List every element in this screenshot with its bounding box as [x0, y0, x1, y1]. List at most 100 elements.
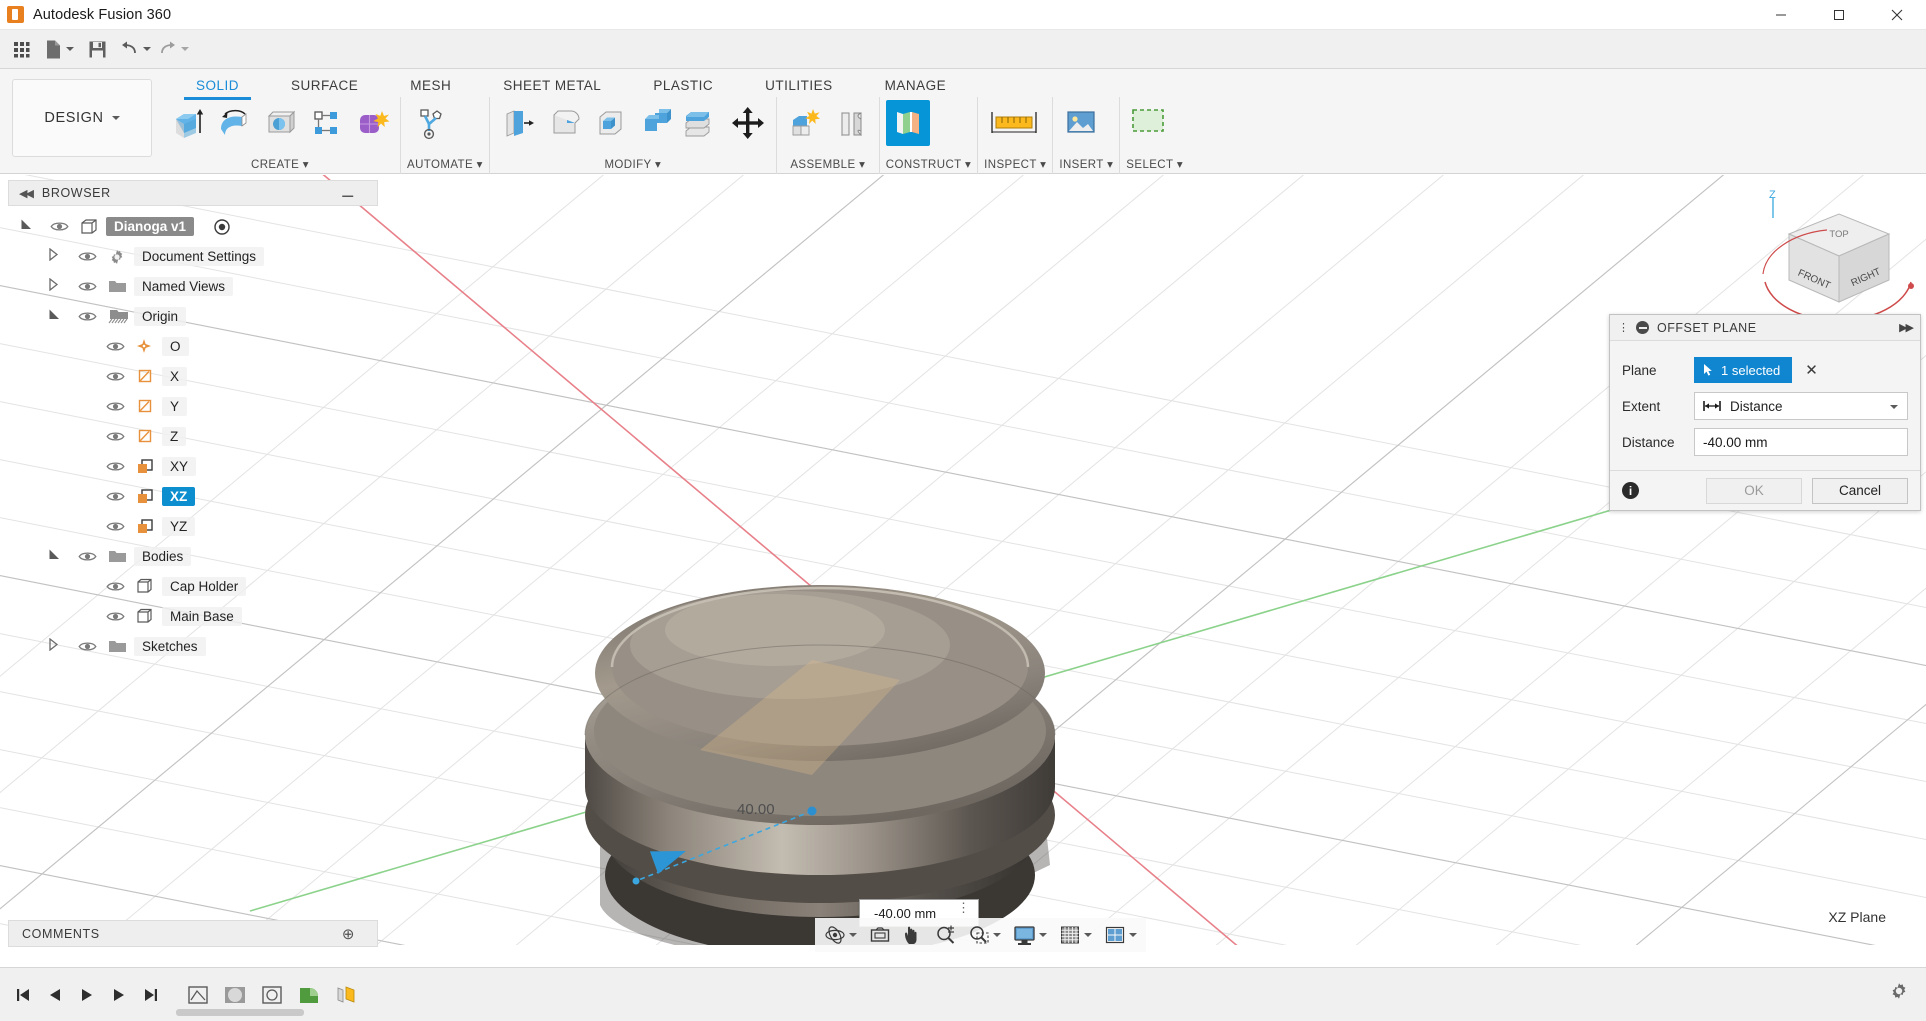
tab-solid[interactable]: SOLID	[170, 75, 265, 98]
dimension-options-icon[interactable]: ⋮	[957, 904, 970, 911]
chevron-down-icon[interactable]	[66, 47, 74, 51]
expander-expanded-icon[interactable]	[20, 218, 33, 234]
dialog-grip[interactable]: ⋮	[1618, 321, 1628, 334]
browser-item-named-views[interactable]: Named Views	[8, 271, 378, 301]
visibility-toggle-icon[interactable]	[106, 340, 125, 356]
browser-item-sketches[interactable]: Sketches	[8, 631, 378, 661]
browser-item-o[interactable]: O	[8, 331, 378, 361]
play-icon[interactable]	[72, 980, 102, 1010]
measure-icon[interactable]	[984, 100, 1044, 146]
tab-plastic[interactable]: PLASTIC	[627, 75, 739, 98]
grid-apps-icon[interactable]	[4, 34, 38, 64]
tab-utilities[interactable]: UTILITIES	[739, 75, 859, 98]
collapse-icon[interactable]	[1636, 321, 1649, 334]
activate-radio-icon[interactable]	[214, 219, 230, 238]
step-back-icon[interactable]	[40, 980, 70, 1010]
tab-manage[interactable]: MANAGE	[859, 75, 973, 98]
redo-icon[interactable]	[156, 34, 190, 64]
browser-item-xz[interactable]: XZ	[8, 481, 378, 511]
tab-mesh[interactable]: MESH	[384, 75, 477, 98]
new-document-icon[interactable]	[42, 34, 76, 64]
extrude-icon[interactable]	[166, 100, 210, 146]
double-right-arrow-icon[interactable]: ▶▶	[1899, 321, 1912, 334]
expander-expanded-icon[interactable]	[48, 548, 61, 564]
step-forward-icon[interactable]	[104, 980, 134, 1010]
browser-item-yz[interactable]: YZ	[8, 511, 378, 541]
move-copy-icon[interactable]	[726, 100, 770, 146]
visibility-toggle-icon[interactable]	[78, 310, 97, 326]
sketch-feature-icon[interactable]	[182, 980, 214, 1010]
visibility-toggle-icon[interactable]	[78, 550, 97, 566]
visibility-toggle-icon[interactable]	[78, 640, 97, 656]
revolve-feature-icon[interactable]	[219, 980, 251, 1010]
insert-image-icon[interactable]	[1059, 100, 1103, 146]
timeline-scrollbar[interactable]	[176, 1009, 304, 1016]
visibility-toggle-icon[interactable]	[106, 520, 125, 536]
plus-circle-icon[interactable]: ⊕	[342, 925, 355, 943]
minimize-icon[interactable]: ⚊	[341, 188, 355, 198]
press-pull-icon[interactable]	[496, 100, 540, 146]
display-settings-icon[interactable]	[1008, 920, 1052, 950]
grid-snaps-icon[interactable]	[1054, 920, 1097, 950]
expander-collapsed-icon[interactable]	[48, 278, 59, 294]
combine-icon[interactable]	[680, 100, 724, 146]
maximize-button[interactable]	[1810, 0, 1868, 30]
look-at-icon[interactable]	[864, 920, 896, 950]
undo-icon[interactable]	[118, 34, 152, 64]
expander-expanded-icon[interactable]	[48, 308, 61, 324]
gear-icon[interactable]	[1888, 980, 1910, 1007]
visibility-toggle-icon[interactable]	[106, 580, 125, 596]
viewports-icon[interactable]	[1099, 920, 1142, 950]
tab-sheet-metal[interactable]: SHEET METAL	[477, 75, 627, 98]
double-left-arrow-icon[interactable]: ◀◀	[19, 187, 32, 200]
new-component-icon[interactable]	[783, 100, 827, 146]
zoom-window-icon[interactable]	[963, 920, 1006, 950]
visibility-toggle-icon[interactable]	[106, 610, 125, 626]
panel-select-label[interactable]: SELECT ▾	[1126, 157, 1183, 174]
panel-construct-label[interactable]: CONSTRUCT ▾	[886, 157, 971, 174]
comments-panel[interactable]: COMMENTS ⊕	[8, 920, 378, 947]
chevron-down-icon[interactable]	[1129, 933, 1137, 937]
cancel-button[interactable]: Cancel	[1812, 478, 1908, 504]
visibility-toggle-icon[interactable]	[106, 370, 125, 386]
chevron-down-icon[interactable]	[181, 47, 189, 51]
orbit-icon[interactable]	[819, 920, 862, 950]
view-cube[interactable]: Z TOP FRONT RIGHT	[1743, 190, 1888, 315]
close-button[interactable]	[1868, 0, 1926, 30]
plane-selection-chip[interactable]: 1 selected	[1694, 357, 1792, 383]
revolve-icon[interactable]	[212, 100, 256, 146]
fillet-icon[interactable]	[542, 100, 586, 146]
browser-item-x[interactable]: X	[8, 361, 378, 391]
save-icon[interactable]	[80, 34, 114, 64]
browser-item-origin[interactable]: Origin	[8, 301, 378, 331]
offset-plane-feature-icon[interactable]	[330, 980, 362, 1010]
browser-item-dianoga-v1[interactable]: Dianoga v1	[8, 211, 378, 241]
sketch-feature-icon-2[interactable]	[256, 980, 288, 1010]
extent-select[interactable]: Distance	[1694, 392, 1908, 420]
chevron-down-icon[interactable]	[1890, 405, 1898, 409]
pattern-icon[interactable]	[304, 100, 348, 146]
browser-item-document-settings[interactable]: Document Settings	[8, 241, 378, 271]
jump-start-icon[interactable]	[8, 980, 38, 1010]
browser-item-y[interactable]: Y	[8, 391, 378, 421]
joint-icon[interactable]	[829, 100, 873, 146]
chevron-down-icon[interactable]	[143, 47, 151, 51]
distance-input[interactable]: -40.00 mm	[1694, 428, 1908, 456]
jump-end-icon[interactable]	[136, 980, 166, 1010]
workspace-selector[interactable]: DESIGN	[12, 79, 152, 157]
panel-inspect-label[interactable]: INSPECT ▾	[984, 157, 1046, 174]
ok-button[interactable]: OK	[1706, 478, 1802, 504]
visibility-toggle-icon[interactable]	[106, 400, 125, 416]
dialog-header[interactable]: ⋮ OFFSET PLANE ▶▶	[1610, 315, 1920, 341]
zoom-icon[interactable]	[930, 920, 961, 950]
visibility-toggle-icon[interactable]	[106, 490, 125, 506]
expander-collapsed-icon[interactable]	[48, 638, 59, 654]
pan-icon[interactable]	[898, 920, 928, 950]
window-selection-icon[interactable]	[1126, 100, 1170, 146]
minimize-button[interactable]	[1752, 0, 1810, 30]
browser-item-main-base[interactable]: Main Base	[8, 601, 378, 631]
chevron-down-icon[interactable]	[1039, 933, 1047, 937]
shell-icon[interactable]	[588, 100, 632, 146]
tab-surface[interactable]: SURFACE	[265, 75, 384, 98]
visibility-toggle-icon[interactable]	[106, 460, 125, 476]
